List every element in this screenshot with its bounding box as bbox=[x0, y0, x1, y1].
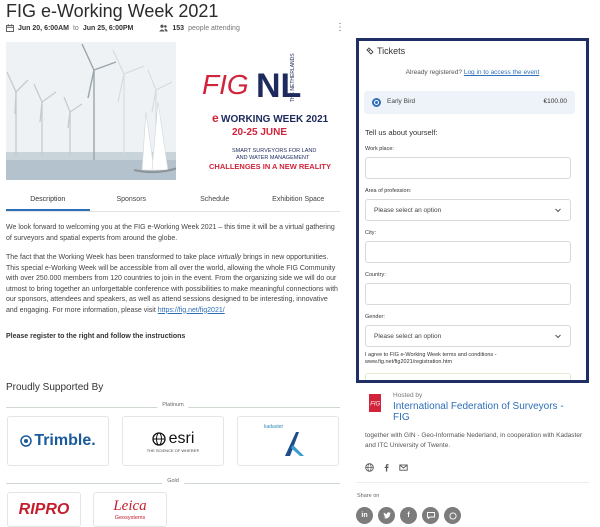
share-buttons: in f bbox=[356, 507, 461, 524]
fig-website-link[interactable]: https://fig.net/fig2021/ bbox=[158, 307, 225, 314]
city-input[interactable] bbox=[365, 241, 571, 263]
twitter-share-icon[interactable] bbox=[378, 507, 395, 524]
country-label: Country: bbox=[365, 272, 386, 278]
banner-logo-sub: THE NETHERLANDS bbox=[290, 53, 296, 102]
share-label: Share on bbox=[357, 493, 380, 499]
description-text-italic: virtually bbox=[217, 254, 242, 261]
description-paragraph-2: The fact that the Working Week has been … bbox=[6, 253, 340, 316]
facebook-share-icon[interactable]: f bbox=[400, 507, 417, 524]
banner-tagline-2: AND WATER MANAGEMENT bbox=[236, 155, 310, 161]
sponsor-kadaster[interactable]: kadaster bbox=[237, 416, 339, 466]
email-icon[interactable] bbox=[399, 459, 408, 471]
register-instruction: Please register to the right and follow … bbox=[6, 333, 186, 340]
attendees-label: people attending bbox=[188, 24, 240, 32]
banner-tagline-1: SMART SURVEYORS FOR LAND bbox=[232, 148, 316, 154]
sponsors-heading: Proudly Supported By bbox=[6, 382, 104, 393]
area-of-profession-value: Please select an option bbox=[374, 207, 442, 214]
work-place-label: Work place: bbox=[365, 146, 394, 152]
chevron-down-icon bbox=[555, 334, 561, 339]
leica-wordmark: Leica bbox=[113, 498, 147, 514]
area-of-profession-label: Area of profession: bbox=[365, 188, 412, 194]
chevron-down-icon bbox=[555, 208, 561, 213]
tab-description[interactable]: Description bbox=[6, 192, 90, 211]
people-icon bbox=[159, 24, 169, 32]
event-title: FIG e-Working Week 2021 bbox=[6, 1, 219, 21]
esri-tagline: THE SCIENCE OF WHERE® bbox=[146, 447, 200, 453]
hosted-by-label: Hosted by bbox=[393, 392, 423, 399]
event-tabs: Description Sponsors Schedule Exhibition… bbox=[6, 192, 340, 212]
description-paragraph-1: We look forward to welcoming you at the … bbox=[6, 224, 335, 242]
date-end: Jun 25, 6:00PM bbox=[82, 24, 134, 32]
date-to: to bbox=[72, 24, 79, 32]
country-input[interactable] bbox=[365, 283, 571, 305]
banner-logo-fig: FIG bbox=[202, 69, 249, 100]
already-registered: Already registered? Log in to access the… bbox=[359, 69, 586, 76]
ticket-radio[interactable] bbox=[372, 98, 381, 107]
trimble-wordmark: Trimble. bbox=[34, 432, 96, 449]
attendees-count: 153 bbox=[172, 24, 185, 32]
kadaster-logo-icon bbox=[285, 432, 304, 456]
host-description: together with GIN - Geo-Informatie Neder… bbox=[365, 432, 583, 449]
gender-value: Please select an option bbox=[374, 333, 442, 340]
event-meta: Jun 20, 6:00AM to Jun 25, 6:00PM 153 peo… bbox=[6, 24, 240, 32]
whatsapp-share-icon[interactable] bbox=[444, 507, 461, 524]
kadaster-wordmark: kadaster bbox=[264, 424, 284, 430]
tier-label-platinum: Platinum bbox=[157, 402, 189, 408]
gender-label: Gender: bbox=[365, 314, 385, 320]
tier-divider-platinum: Platinum bbox=[6, 402, 340, 412]
login-link[interactable]: Log in to access the event bbox=[464, 69, 540, 76]
sponsor-ripro[interactable]: RIPRO bbox=[7, 492, 81, 527]
banner-eweek-title: WORKING WEEK 2021 bbox=[221, 114, 329, 125]
linkedin-share-icon[interactable]: in bbox=[356, 507, 373, 524]
event-banner: FIG NL THE NETHERLANDS e WORKING WEEK 20… bbox=[6, 42, 341, 180]
globe-icon[interactable] bbox=[365, 459, 374, 472]
tab-exhibition-space[interactable]: Exhibition Space bbox=[257, 192, 341, 211]
fig-host-logo: FIG bbox=[365, 392, 385, 414]
wind-turbines-image: FIG NL THE NETHERLANDS e WORKING WEEK 20… bbox=[6, 42, 341, 180]
ticket-option-early-bird[interactable]: Early Bird €100.00 bbox=[364, 91, 575, 114]
host-links bbox=[365, 459, 408, 472]
tab-schedule[interactable]: Schedule bbox=[173, 192, 257, 211]
ticket-icon bbox=[366, 47, 374, 55]
sponsor-trimble[interactable]: Trimble. bbox=[7, 416, 109, 466]
already-registered-text: Already registered? bbox=[405, 69, 463, 76]
form-heading: Tell us about yourself: bbox=[365, 128, 438, 137]
ticket-price: €100.00 bbox=[543, 98, 568, 105]
work-place-input[interactable] bbox=[365, 157, 571, 179]
banner-eweek-e: e bbox=[212, 111, 219, 125]
share-divider bbox=[356, 482, 589, 483]
ticket-name: Early Bird bbox=[387, 98, 416, 105]
terms-checkbox-area[interactable] bbox=[365, 373, 571, 380]
tickets-panel: Tickets Already registered? Log in to ac… bbox=[356, 38, 589, 383]
city-label: City: bbox=[365, 230, 376, 236]
trimble-logo-icon bbox=[20, 435, 33, 447]
tickets-heading: Tickets bbox=[366, 46, 405, 56]
message-share-icon[interactable] bbox=[422, 507, 439, 524]
terms-text: I agree to FIG e-Working Week terms and … bbox=[365, 352, 497, 365]
banner-tagline-3: CHALLENGES IN A NEW REALITY bbox=[209, 162, 331, 171]
esri-wordmark: esri bbox=[168, 429, 195, 447]
date-start: Jun 20, 6:00AM bbox=[18, 24, 69, 32]
more-options-icon[interactable]: ⋮ bbox=[335, 22, 345, 33]
calendar-icon bbox=[6, 24, 14, 32]
tab-sponsors[interactable]: Sponsors bbox=[90, 192, 174, 211]
svg-text:FIG: FIG bbox=[370, 402, 380, 408]
tier-divider-gold: Gold bbox=[6, 478, 340, 488]
tier-label-gold: Gold bbox=[162, 478, 184, 484]
gender-select[interactable]: Please select an option bbox=[365, 325, 571, 347]
area-of-profession-select[interactable]: Please select an option bbox=[365, 199, 571, 221]
ripro-wordmark: RIPRO bbox=[18, 500, 70, 518]
facebook-icon[interactable] bbox=[382, 459, 391, 472]
banner-eweek-dates: 20-25 JUNE bbox=[232, 127, 287, 138]
description-text-b: brings in new opportunities. This specia… bbox=[6, 254, 338, 314]
sponsor-leica[interactable]: Leica Geosystems bbox=[93, 492, 167, 527]
leica-subtitle: Geosystems bbox=[114, 515, 146, 521]
tickets-title: Tickets bbox=[377, 46, 406, 56]
host-name-link[interactable]: International Federation of Surveyors - … bbox=[393, 401, 583, 423]
sponsor-esri[interactable]: esri THE SCIENCE OF WHERE® bbox=[122, 416, 224, 466]
esri-globe-icon bbox=[151, 431, 166, 446]
description-text-a: The fact that the Working Week has been … bbox=[6, 254, 218, 261]
